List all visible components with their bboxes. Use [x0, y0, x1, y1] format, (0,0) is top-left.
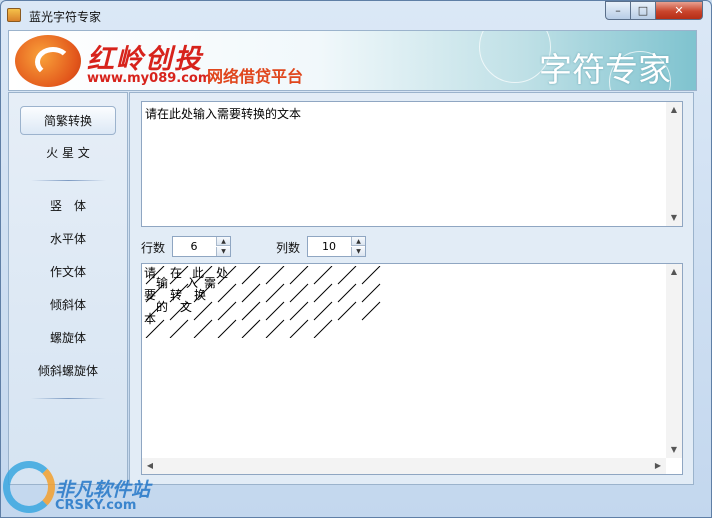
- slash-line: [289, 283, 309, 303]
- slash-line: [241, 283, 261, 303]
- slash-line: [361, 266, 381, 285]
- slash-line: [337, 283, 357, 303]
- slash-line: [313, 283, 333, 303]
- sidebar-item-horizontal[interactable]: 水平体: [20, 225, 116, 254]
- output-horizontal-scrollbar[interactable]: ◀ ▶: [142, 458, 666, 474]
- scroll-up-icon[interactable]: ▲: [666, 264, 682, 280]
- slash-line: [241, 319, 261, 338]
- slanted-text-art: 请在此处输入需要转换的文本: [144, 266, 384, 338]
- brand-url: www.my089.com: [87, 71, 212, 86]
- sidebar-item-vertical[interactable]: 竖 体: [20, 192, 116, 221]
- mode-sidebar: 简繁转换 火 星 文 竖 体 水平体 作文体 倾斜体 螺旋体 倾斜螺旋体: [8, 92, 128, 485]
- output-char: 要: [144, 288, 157, 302]
- scroll-down-icon[interactable]: ▼: [666, 210, 682, 226]
- app-icon[interactable]: [7, 8, 21, 22]
- rows-down-icon[interactable]: ▼: [216, 247, 230, 256]
- sidebar-item-slanted[interactable]: 倾斜体: [20, 291, 116, 320]
- close-icon: ✕: [674, 4, 684, 17]
- brand-slogan: 网络借贷平台: [207, 67, 304, 86]
- rows-stepper[interactable]: 6 ▲ ▼: [172, 236, 231, 257]
- rows-up-icon[interactable]: ▲: [216, 237, 230, 246]
- source-text: 请在此处输入需要转换的文本: [145, 107, 302, 121]
- maximize-icon: □: [637, 4, 649, 17]
- sidebar-divider: [31, 180, 106, 181]
- app-banner-title: 字符专家: [539, 50, 671, 89]
- scroll-right-icon[interactable]: ▶: [650, 458, 666, 474]
- slash-line: [169, 319, 189, 338]
- sidebar-divider: [31, 398, 106, 399]
- sidebar-item-martian-text[interactable]: 火 星 文: [20, 139, 116, 168]
- slash-line: [337, 301, 357, 321]
- window-title: 蓝光字符专家: [29, 10, 102, 24]
- slash-line: [361, 301, 381, 321]
- output-char: 在: [170, 266, 183, 280]
- scroll-down-icon[interactable]: ▼: [666, 442, 682, 458]
- brand-logo-icon: [15, 35, 81, 87]
- slash-line: [313, 301, 333, 321]
- sidebar-item-composition[interactable]: 作文体: [20, 258, 116, 287]
- slash-line: [265, 266, 285, 285]
- title-bar[interactable]: 蓝光字符专家 – □ ✕: [1, 1, 711, 29]
- slash-line: [193, 301, 213, 321]
- result-text-output[interactable]: 请在此处输入需要转换的文本 ▲ ▼ ◀ ▶: [141, 263, 683, 475]
- slash-line: [313, 266, 333, 285]
- scroll-up-icon[interactable]: ▲: [666, 102, 682, 118]
- sidebar-item-spiral[interactable]: 螺旋体: [20, 324, 116, 353]
- slash-line: [313, 319, 333, 338]
- slash-line: [289, 266, 309, 285]
- slash-line: [265, 319, 285, 338]
- source-text-input[interactable]: 请在此处输入需要转换的文本 ▲ ▼: [141, 101, 683, 227]
- output-char: 的: [156, 300, 169, 314]
- slash-line: [265, 301, 285, 321]
- sidebar-item-slanted-spiral[interactable]: 倾斜螺旋体: [20, 357, 116, 386]
- close-button[interactable]: ✕: [655, 1, 703, 20]
- slash-line: [337, 266, 357, 285]
- minimize-icon: –: [615, 4, 621, 17]
- cols-stepper[interactable]: 10 ▲ ▼: [307, 236, 366, 257]
- output-char: 请: [144, 266, 157, 280]
- rows-label: 行数: [141, 241, 166, 255]
- output-char: 本: [144, 312, 157, 326]
- slash-line: [241, 266, 261, 285]
- watermark-url: CRSKY.com: [55, 498, 137, 513]
- cols-up-icon[interactable]: ▲: [351, 237, 365, 246]
- cols-label: 列数: [276, 241, 301, 255]
- output-vertical-scrollbar[interactable]: ▲ ▼: [666, 264, 682, 458]
- slash-line: [361, 283, 381, 303]
- app-window: 蓝光字符专家 – □ ✕ 红岭创投 www.my089.com 网络借贷平台 字…: [0, 0, 712, 518]
- scroll-left-icon[interactable]: ◀: [142, 458, 158, 474]
- output-char: 处: [216, 266, 229, 280]
- cols-value[interactable]: 10: [308, 240, 350, 253]
- sidebar-item-simplified-traditional[interactable]: 简繁转换: [20, 106, 116, 135]
- slash-line: [241, 301, 261, 321]
- main-panel: 请在此处输入需要转换的文本 ▲ ▼ 行数 6 ▲ ▼ 列数 10 ▲ ▼ 请在此…: [129, 92, 694, 485]
- output-char: 换: [194, 288, 207, 302]
- slash-line: [217, 319, 237, 338]
- ad-banner[interactable]: 红岭创投 www.my089.com 网络借贷平台 字符专家: [8, 30, 697, 91]
- output-char: 文: [180, 300, 193, 314]
- input-vertical-scrollbar[interactable]: ▲ ▼: [666, 102, 682, 226]
- slash-line: [265, 283, 285, 303]
- slash-line: [289, 301, 309, 321]
- output-char: 输: [156, 276, 169, 290]
- minimize-button[interactable]: –: [605, 1, 631, 20]
- slash-line: [217, 301, 237, 321]
- slash-line: [193, 319, 213, 338]
- watermark-logo-icon: [3, 461, 55, 513]
- rows-value[interactable]: 6: [173, 240, 215, 253]
- slash-line: [217, 283, 237, 303]
- maximize-button[interactable]: □: [630, 1, 656, 20]
- cols-down-icon[interactable]: ▼: [351, 247, 365, 256]
- slash-line: [289, 319, 309, 338]
